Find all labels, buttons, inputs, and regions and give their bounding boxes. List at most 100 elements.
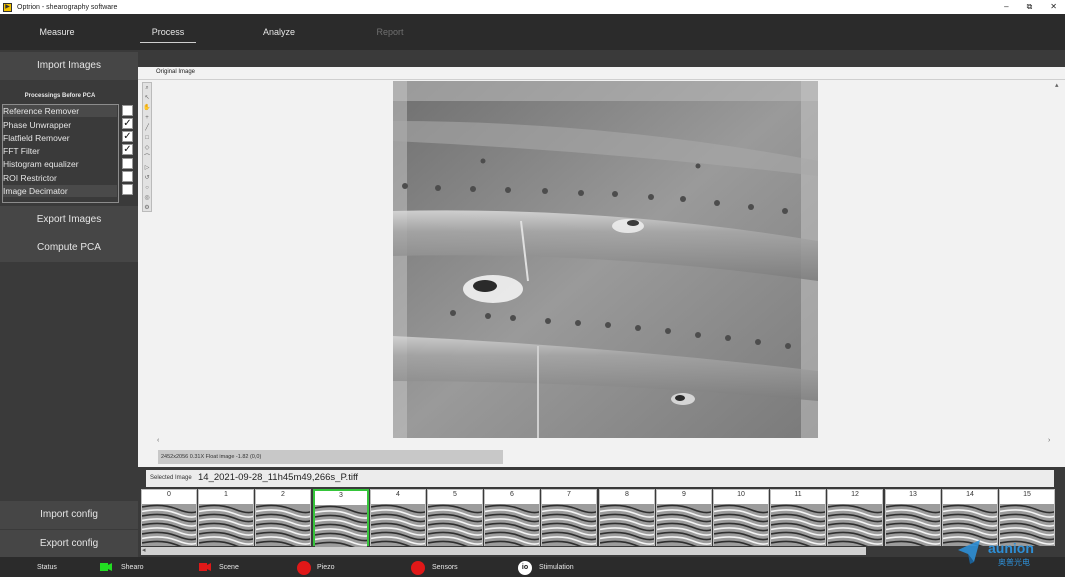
window-controls: – ⧉ ✕ [1004, 0, 1057, 14]
scene-camera-icon [199, 563, 211, 571]
thumbnail[interactable]: 11 [770, 489, 826, 546]
checkbox-phase-unwrapper[interactable]: ✓ [122, 118, 133, 129]
top-navigation: Measure Process Analyze Report [0, 14, 1065, 50]
thumbnail-index: 2 [281, 491, 285, 498]
thumbnail-index: 1 [224, 491, 228, 498]
export-images-button[interactable]: Export Images [0, 206, 138, 234]
shearography-image[interactable] [393, 81, 818, 438]
thumbnail[interactable]: 0 [141, 489, 197, 546]
svg-text:奥普光电: 奥普光电 [998, 557, 1030, 567]
thumbnail-scrollbar[interactable] [141, 547, 866, 555]
processing-item-image-decimator[interactable]: Image Decimator [3, 186, 68, 196]
thumbnail[interactable]: 4 [370, 489, 426, 546]
viewer-scroll-left-icon[interactable]: ‹ [157, 437, 159, 444]
processing-item-roi-restrictor[interactable]: ROI Restrictor [3, 173, 57, 183]
thumbnail-index: 6 [510, 491, 514, 498]
zoom-icon[interactable]: ⌕ [143, 84, 151, 93]
circle-icon[interactable]: ○ [143, 184, 151, 193]
thumbnail-index: 8 [625, 491, 629, 498]
status-shearo: Shearo [121, 564, 144, 571]
arc-icon[interactable]: ⌒ [143, 154, 151, 163]
checkbox-fft-filter[interactable]: ✓ [122, 144, 133, 155]
compute-pca-button[interactable]: Compute PCA [0, 234, 138, 262]
pan-icon[interactable]: ✋ [143, 104, 151, 113]
thumbnail[interactable]: 12 [827, 489, 883, 546]
line-icon[interactable]: ╱ [143, 124, 151, 133]
processing-item-reference-remover[interactable]: Reference Remover [3, 106, 79, 116]
thumbnail-image [600, 504, 654, 546]
status-sensors: Sensors [432, 564, 458, 571]
thumbnail[interactable]: 1 [198, 489, 254, 546]
tab-report: Report [376, 27, 404, 37]
thumbnail-index: 7 [567, 491, 571, 498]
title-bar: ▶ Optrion - shearography software – ⧉ ✕ [0, 0, 1065, 14]
status-piezo: Piezo [317, 564, 335, 571]
app-icon: ▶ [3, 2, 12, 12]
thumbnail-scroll-left-icon[interactable]: ◂ [142, 546, 146, 554]
rotate-icon[interactable]: ↺ [143, 174, 151, 183]
thumbnail-index: 9 [682, 491, 686, 498]
thumbnail[interactable]: 6 [484, 489, 540, 546]
checkbox-flatfield-remover[interactable]: ✓ [122, 131, 133, 142]
viewer-toolbar: ⌕ ↖ ✋ + ╱ □ ◇ ⌒ ▷ ↺ ○ ◎ ⚙ [142, 82, 152, 212]
export-config-button[interactable]: Export config [0, 530, 138, 558]
status-stimulation: Stimulation [539, 564, 574, 571]
thumbnail[interactable]: 9 [656, 489, 712, 546]
status-scene: Scene [219, 564, 239, 571]
thumbnail-image [886, 504, 940, 546]
pointer-icon[interactable]: ↖ [143, 94, 151, 103]
polygon-icon[interactable]: ◇ [143, 144, 151, 153]
selected-image-label: Selected Image [150, 475, 192, 481]
sensors-status-icon [411, 561, 425, 575]
triangle-icon[interactable]: ▷ [143, 164, 151, 173]
checkbox-image-decimator[interactable] [122, 184, 133, 195]
shearo-camera-icon [100, 563, 112, 571]
piezo-status-icon [297, 561, 311, 575]
processing-item-flatfield-remover[interactable]: Flatfield Remover [3, 133, 70, 143]
crosshair-icon[interactable]: + [143, 114, 151, 123]
viewer-tab-original-image[interactable]: Original Image [156, 69, 195, 75]
thumbnail-selected[interactable]: 3 [313, 489, 369, 547]
minimize-button[interactable]: – [1004, 0, 1008, 14]
svg-text:aunion: aunion [988, 540, 1034, 556]
window-title: Optrion - shearography software [17, 3, 118, 11]
status-label: Status [37, 564, 57, 571]
shearography-image-render [393, 81, 818, 438]
viewer-scroll-up-icon[interactable]: ▴ [1055, 81, 1059, 89]
stimulation-io-icon: io [518, 561, 532, 575]
thumbnail-image [428, 504, 482, 546]
thumbnail[interactable]: 13 [885, 489, 941, 546]
settings-icon[interactable]: ⚙ [143, 204, 151, 213]
thumbnail[interactable]: 10 [713, 489, 769, 546]
selected-image-filename: 14_2021-09-28_11h45m49,266s_P.tiff [198, 472, 359, 483]
viewer-scroll-right-icon[interactable]: › [1048, 437, 1050, 444]
close-button[interactable]: ✕ [1050, 0, 1057, 14]
thumbnail-index: 0 [167, 491, 171, 498]
thumbnail-index: 3 [339, 492, 343, 499]
rectangle-icon[interactable]: □ [143, 134, 151, 143]
tab-analyze[interactable]: Analyze [242, 14, 316, 50]
processing-item-histogram-equalizer[interactable]: Histogram equalizer [3, 159, 79, 169]
active-tab-indicator [140, 42, 196, 43]
thumbnail[interactable]: 5 [427, 489, 483, 546]
thumbnail[interactable]: 7 [541, 489, 597, 546]
target-icon[interactable]: ◎ [143, 194, 151, 203]
restore-button[interactable]: ⧉ [1027, 0, 1033, 14]
viewer-tab-divider [138, 79, 1065, 80]
checkbox-roi-restrictor[interactable] [122, 171, 133, 182]
tab-process[interactable]: Process [131, 14, 205, 50]
thumbnail-index: 5 [453, 491, 457, 498]
processing-item-fft-filter[interactable]: FFT Filter [3, 146, 40, 156]
thumbnail-image [542, 504, 596, 546]
processing-item-phase-unwrapper[interactable]: Phase Unwrapper [3, 120, 71, 130]
checkbox-reference-remover[interactable] [122, 105, 133, 116]
tab-measure[interactable]: Measure [20, 14, 94, 50]
import-config-button[interactable]: Import config [0, 501, 138, 529]
import-images-button[interactable]: Import Images [0, 52, 138, 80]
thumbnail-image [315, 505, 367, 547]
thumbnail[interactable]: 2 [255, 489, 311, 546]
checkbox-histogram-equalizer[interactable] [122, 158, 133, 169]
thumbnail-index: 15 [1023, 491, 1031, 498]
thumbnail[interactable]: 8 [599, 489, 655, 546]
thumbnail-image [714, 504, 768, 546]
